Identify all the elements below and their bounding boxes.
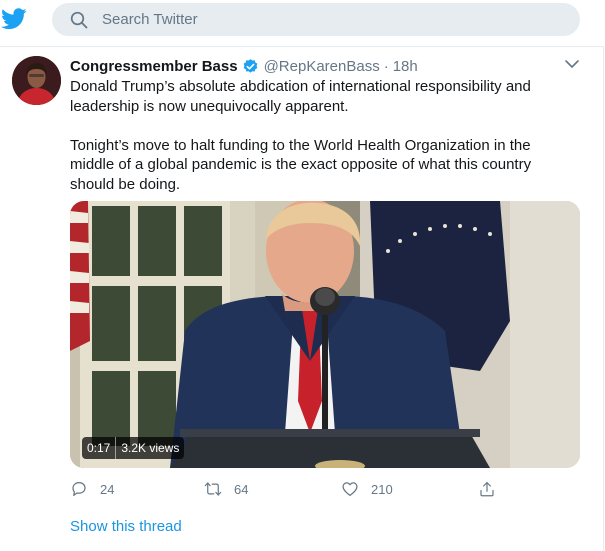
like-count: 210 bbox=[371, 481, 393, 497]
share-icon bbox=[480, 482, 494, 497]
like-button[interactable]: 210 bbox=[341, 478, 393, 500]
verified-badge-icon bbox=[243, 58, 257, 73]
show-thread-link[interactable]: Show this thread bbox=[70, 518, 182, 535]
tweet-paragraph: Donald Trump’s absolute abdication of in… bbox=[70, 78, 531, 115]
reply-count: 24 bbox=[100, 481, 115, 497]
reply-button[interactable]: 24 bbox=[70, 478, 114, 500]
tweet-actions: 24 64 210 bbox=[70, 478, 510, 500]
retweet-count: 64 bbox=[234, 481, 249, 497]
video-player[interactable]: 0:17 3.2K views bbox=[70, 201, 580, 468]
retweet-icon bbox=[204, 482, 222, 496]
avatar-image bbox=[12, 56, 61, 105]
tweet-text: Donald Trump’s absolute abdication of in… bbox=[70, 77, 570, 194]
retweet-button[interactable]: 64 bbox=[204, 478, 248, 500]
video-views: 3.2K views bbox=[121, 441, 180, 455]
separator-dot: · bbox=[383, 57, 389, 75]
avatar[interactable] bbox=[12, 56, 61, 105]
chevron-down-icon[interactable] bbox=[564, 58, 580, 70]
video-frame bbox=[70, 201, 580, 468]
top-bar bbox=[0, 0, 605, 40]
search-icon bbox=[70, 11, 88, 29]
tweet-header: Congressmember Bass @RepKarenBass · 18h bbox=[70, 56, 418, 76]
video-duration: 0:17 bbox=[87, 441, 111, 455]
share-button[interactable] bbox=[478, 478, 508, 500]
search-input[interactable] bbox=[102, 3, 562, 36]
display-name[interactable]: Congressmember Bass bbox=[70, 58, 238, 75]
tweet-paragraph: Tonight’s move to halt funding to the Wo… bbox=[70, 136, 532, 193]
timestamp[interactable]: 18h bbox=[393, 58, 418, 75]
twitter-logo-icon[interactable] bbox=[1, 8, 27, 30]
reply-icon bbox=[72, 482, 86, 496]
search-box[interactable] bbox=[52, 3, 580, 36]
like-icon bbox=[342, 482, 358, 496]
video-stats-overlay: 0:17 3.2K views bbox=[82, 437, 185, 459]
user-handle[interactable]: @RepKarenBass bbox=[264, 58, 380, 75]
